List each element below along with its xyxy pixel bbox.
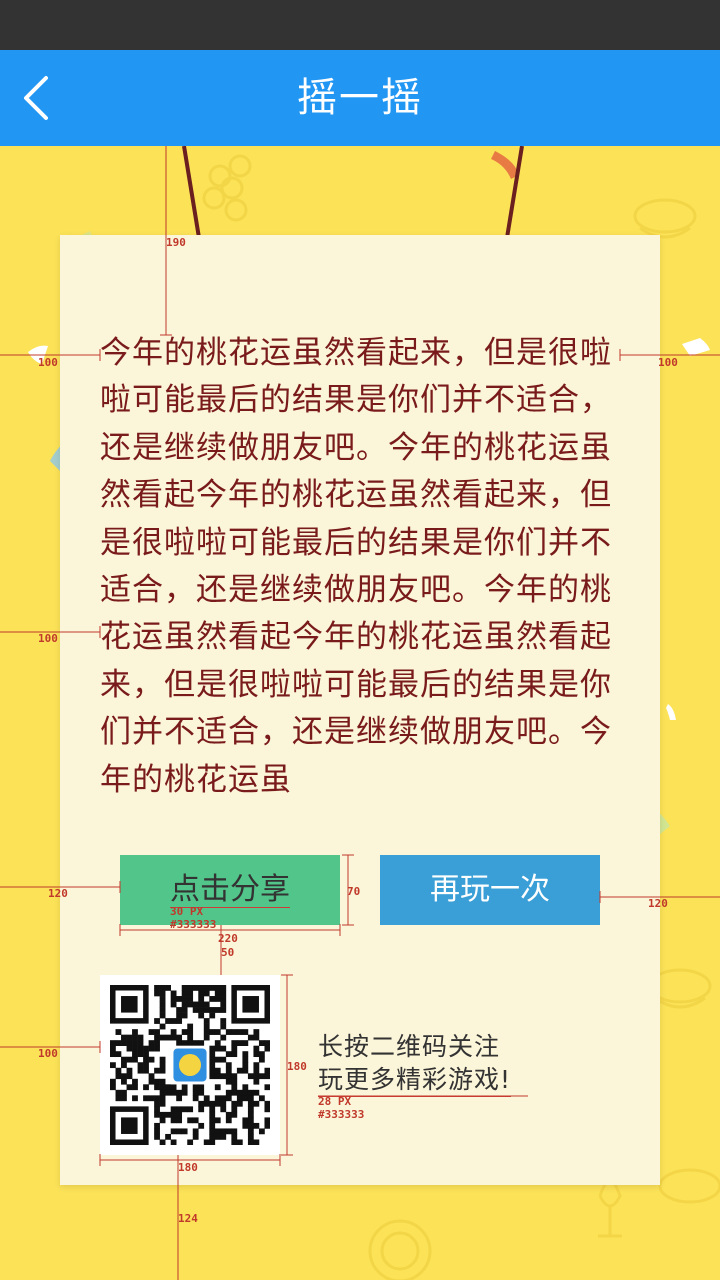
annotation-label: 120 <box>48 887 68 900</box>
annotation-label: 190 <box>166 236 186 249</box>
annotation-label: #333333 <box>170 918 217 931</box>
qr-caption-line1: 长按二维码关注 <box>318 1032 501 1061</box>
annotation-label: 100 <box>38 356 58 369</box>
annotation-label: 180 <box>178 1161 198 1174</box>
annotation-label: 100 <box>38 632 58 645</box>
annotation-label: 28 PX <box>318 1095 352 1108</box>
fortune-message: 今年的桃花运虽然看起来，但是很啦啦可能最后的结果是你们并不适合，还是继续做朋友吧… <box>100 335 612 798</box>
annotation-label: 220 <box>218 932 238 945</box>
qr-code-image <box>110 985 270 1145</box>
qr-caption-line2: 玩更多精彩游戏! <box>318 1063 512 1097</box>
annotation-label: #333333 <box>318 1108 365 1121</box>
annotation-label: 120 <box>648 897 668 910</box>
nav-bar: 摇一摇 <box>0 50 720 146</box>
annotation-label: 70 <box>347 885 361 898</box>
annotation-label: 100 <box>658 356 678 369</box>
qr-code[interactable] <box>100 975 280 1155</box>
annotation-label: 180 <box>287 1060 307 1073</box>
qr-caption: 长按二维码关注 玩更多精彩游戏! <box>318 1030 558 1097</box>
status-bar <box>0 0 720 50</box>
result-card: 今年的桃花运虽然看起来，但是很啦啦可能最后的结果是你们并不适合，还是继续做朋友吧… <box>60 235 660 1185</box>
annotation-label: 50 <box>221 946 235 959</box>
share-button[interactable]: 点击分享 <box>120 855 340 925</box>
annotation-label: 124 <box>178 1212 198 1225</box>
share-button-label: 点击分享 <box>170 872 290 908</box>
replay-button[interactable]: 再玩一次 <box>380 855 600 925</box>
annotation-label: 100 <box>38 1047 58 1060</box>
annotation-label: 30 PX <box>170 905 204 918</box>
page-title: 摇一摇 <box>297 75 423 121</box>
